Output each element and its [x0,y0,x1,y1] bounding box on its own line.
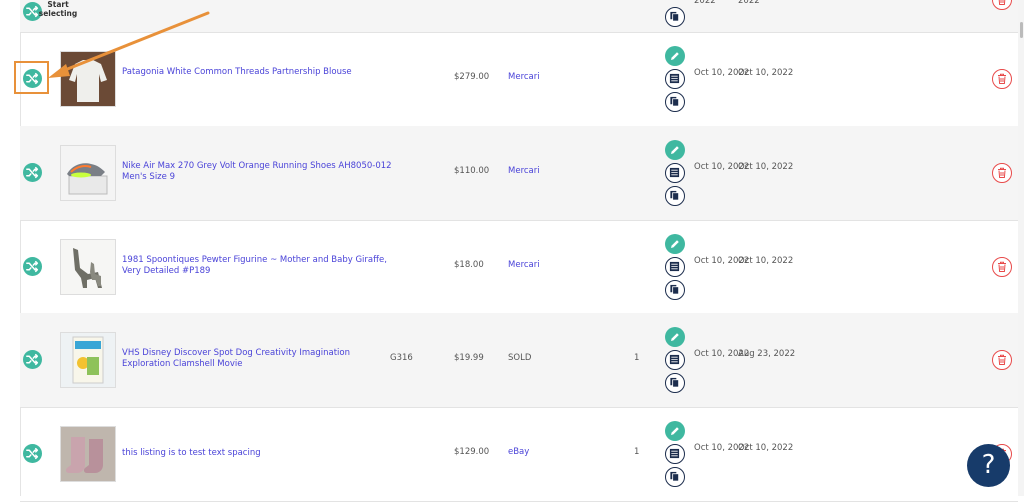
date-listed: 2022 [738,0,760,6]
date-listed: Oct 10, 2022 [738,162,794,172]
date-listed: Oct 10, 2022 [738,443,794,453]
copy-icon [670,471,680,482]
delete-button[interactable] [992,69,1012,89]
listing-thumbnail[interactable] [60,51,116,107]
table-row-partial: Start selecting 2022 2022 [20,0,1018,33]
trash-icon [998,261,1006,272]
select-shuffle-button[interactable] [23,350,42,369]
list-icon [669,73,680,84]
scrollbar[interactable] [1018,0,1024,496]
copy-icon [670,11,680,22]
edit-button[interactable] [665,234,685,254]
listing-title-link[interactable]: this listing is to test text spacing [122,448,392,459]
list-icon [669,448,680,459]
listing-title-link[interactable]: Patagonia White Common Threads Partnersh… [122,67,392,78]
scrollbar-thumb[interactable] [1020,22,1023,38]
delete-button[interactable] [992,0,1012,10]
pencil-icon [671,146,679,154]
table-row: VHS Disney Discover Spot Dog Creativity … [20,313,1018,408]
edit-button[interactable] [665,46,685,66]
listing-thumbnail[interactable] [60,145,116,201]
listing-price: $129.00 [454,447,490,457]
date-created: 2022 [694,0,716,6]
listing-thumbnail[interactable] [60,426,116,482]
shuffle-icon [26,166,39,179]
copy-button[interactable] [665,467,685,487]
trash-icon [998,354,1006,365]
shuffle-icon [26,353,39,366]
date-listed: Aug 23, 2022 [738,349,796,359]
trash-icon [998,73,1006,84]
listing-price: $18.00 [454,260,484,270]
listing-price: $110.00 [454,166,490,176]
copy-icon [670,377,680,388]
date-listed: Oct 10, 2022 [738,256,794,266]
date-listed: Oct 10, 2022 [738,68,794,78]
pencil-icon [671,52,679,60]
details-button[interactable] [665,257,685,277]
listing-quantity: 1 [634,447,640,457]
pencil-icon [671,240,679,248]
details-button[interactable] [665,350,685,370]
listing-quantity: 1 [634,353,640,363]
copy-icon [670,284,680,295]
details-button[interactable] [665,163,685,183]
pencil-icon [671,427,679,435]
listing-price: $19.99 [454,353,484,363]
copy-button[interactable] [665,373,685,393]
list-icon [669,354,680,365]
question-icon: ? [981,450,996,480]
details-button[interactable] [665,69,685,89]
select-shuffle-button[interactable] [23,257,42,276]
listing-marketplace[interactable]: Mercari [508,72,540,82]
listing-title-link[interactable]: Nike Air Max 270 Grey Volt Orange Runnin… [122,161,392,183]
shuffle-icon [26,447,39,460]
start-selecting-label: Start selecting [38,0,78,18]
copy-button[interactable] [665,280,685,300]
table-row: 1981 Spoontiques Pewter Figurine ~ Mothe… [20,220,1018,315]
delete-button[interactable] [992,257,1012,277]
edit-button[interactable] [665,140,685,160]
details-button[interactable] [665,444,685,464]
table-row: Patagonia White Common Threads Partnersh… [20,32,1018,127]
list-icon [669,261,680,272]
edit-button[interactable] [665,327,685,347]
table-row: this listing is to test text spacing $12… [20,407,1018,502]
delete-button[interactable] [992,350,1012,370]
select-shuffle-button[interactable] [23,163,42,182]
trash-icon [998,167,1006,178]
annotation-highlight-box [14,61,49,94]
select-shuffle-button[interactable] [23,444,42,463]
pencil-icon [671,333,679,341]
listing-marketplace[interactable]: eBay [508,447,529,457]
edit-button[interactable] [665,421,685,441]
listing-price: $279.00 [454,72,490,82]
delete-button[interactable] [992,163,1012,183]
list-icon [669,167,680,178]
listing-title-link[interactable]: VHS Disney Discover Spot Dog Creativity … [122,348,392,370]
shuffle-icon [26,260,39,273]
listing-marketplace[interactable]: SOLD [508,353,531,363]
listing-marketplace[interactable]: Mercari [508,166,540,176]
table-row: Nike Air Max 270 Grey Volt Orange Runnin… [20,126,1018,221]
copy-button[interactable] [665,186,685,206]
copy-icon [670,96,680,107]
trash-icon [998,0,1006,5]
copy-button[interactable] [665,7,685,27]
listing-thumbnail[interactable] [60,239,116,295]
copy-button[interactable] [665,92,685,112]
listing-title-link[interactable]: 1981 Spoontiques Pewter Figurine ~ Mothe… [122,255,392,277]
copy-icon [670,190,680,201]
listing-thumbnail[interactable] [60,332,116,388]
help-button[interactable]: ? [967,444,1010,487]
listing-marketplace[interactable]: Mercari [508,260,540,270]
listing-sku: G316 [390,353,413,363]
